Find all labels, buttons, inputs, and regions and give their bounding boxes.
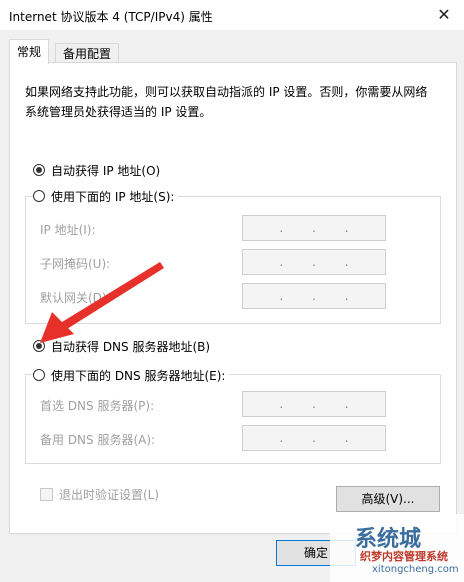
- title-bar: Internet 协议版本 4 (TCP/IPv4) 属性 ✕: [0, 0, 464, 30]
- subnet-mask-label: 子网掩码(U):: [40, 257, 111, 271]
- ip-manual-radio-row[interactable]: 使用下面的 IP 地址(S):: [33, 187, 179, 205]
- validate-settings-label: 退出时验证设置(L): [59, 488, 160, 502]
- window-title: Internet 协议版本 4 (TCP/IPv4) 属性: [9, 10, 213, 24]
- dns-auto-label: 自动获得 DNS 服务器地址(B): [51, 339, 211, 354]
- description-text: 如果网络支持此功能，则可以获取自动指派的 IP 设置。否则，你需要从网络系统管理…: [25, 85, 428, 119]
- ip-auto-radio-row[interactable]: 自动获得 IP 地址(O): [33, 161, 160, 179]
- preferred-dns-field[interactable]: ...: [242, 391, 386, 417]
- tab-general[interactable]: 常规: [9, 39, 50, 64]
- dns-manual-radio-row[interactable]: 使用下面的 DNS 服务器地址(E):: [33, 366, 230, 384]
- default-gateway-field[interactable]: ...: [242, 283, 386, 309]
- validate-settings-checkbox[interactable]: [40, 488, 53, 501]
- dns-auto-radio[interactable]: [33, 340, 45, 352]
- dns-auto-radio-row[interactable]: 自动获得 DNS 服务器地址(B): [33, 337, 210, 355]
- ip-auto-radio[interactable]: [33, 164, 45, 176]
- preferred-dns-label: 首选 DNS 服务器(P):: [40, 399, 155, 413]
- ip-manual-label: 使用下面的 IP 地址(S):: [51, 189, 175, 204]
- ip-address-label: IP 地址(I):: [40, 223, 96, 237]
- subnet-mask-field[interactable]: ...: [242, 249, 386, 275]
- watermark-subtitle: 织梦内容管理系统: [360, 550, 448, 563]
- alternate-dns-label: 备用 DNS 服务器(A):: [40, 433, 156, 447]
- ip-manual-radio[interactable]: [33, 190, 45, 202]
- advanced-button[interactable]: 高级(V)...: [336, 486, 440, 512]
- alternate-dns-field[interactable]: ...: [242, 425, 386, 451]
- tab-alternate-config[interactable]: 备用配置: [55, 43, 120, 64]
- ip-auto-label: 自动获得 IP 地址(O): [51, 163, 161, 178]
- default-gateway-label: 默认网关(D):: [40, 291, 111, 305]
- close-icon[interactable]: ✕: [432, 3, 456, 27]
- dns-manual-label: 使用下面的 DNS 服务器地址(E):: [51, 368, 226, 383]
- dns-manual-radio[interactable]: [33, 369, 45, 381]
- validate-settings-row[interactable]: 退出时验证设置(L): [40, 486, 159, 503]
- watermark-url: xitongcheng.com: [372, 564, 459, 575]
- ip-address-field[interactable]: ...: [242, 215, 386, 241]
